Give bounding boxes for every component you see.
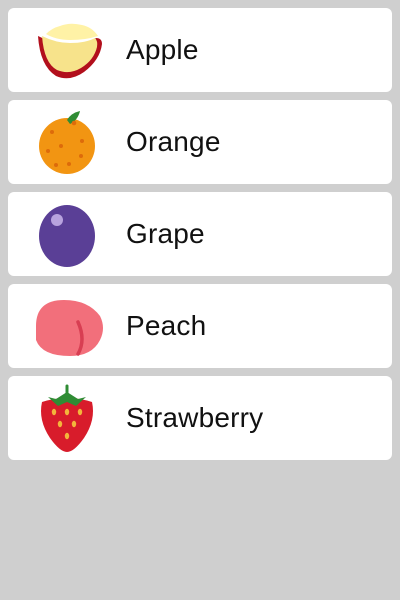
list-item-label: Strawberry (126, 402, 264, 433)
grape-icon (26, 200, 110, 268)
list-item-grape[interactable]: Grape (8, 192, 392, 276)
apple-slice-icon (26, 16, 110, 84)
list-item-label: Orange (126, 126, 221, 157)
list-item-apple[interactable]: Apple (8, 8, 392, 92)
list-item-orange[interactable]: Orange (8, 100, 392, 184)
list-item-label: Apple (126, 34, 199, 65)
list-item-label: Peach (126, 310, 207, 341)
strawberry-icon (26, 384, 110, 452)
orange-icon (26, 108, 110, 176)
list-item-peach[interactable]: Peach (8, 284, 392, 368)
list-item-label: Grape (126, 218, 205, 249)
peach-icon (26, 292, 110, 360)
fruit-list: Apple Orange Grape Peach Strawberry (8, 8, 392, 468)
list-item-strawberry[interactable]: Strawberry (8, 376, 392, 460)
